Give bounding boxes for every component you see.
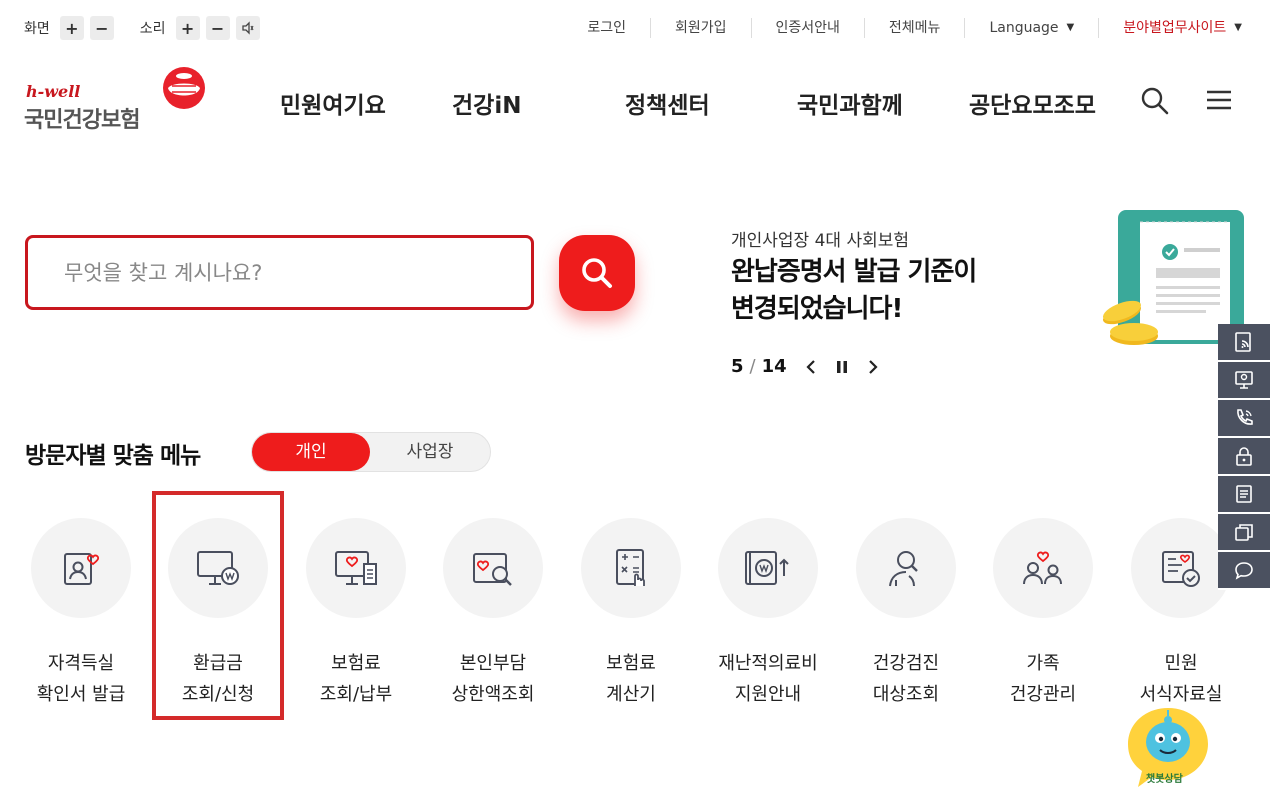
menu-item-label: 건강검진 대상조회 [872, 653, 940, 705]
language-dropdown[interactable]: Language ▼ [964, 18, 1098, 38]
certificate-guide-link[interactable]: 인증서안내 [750, 18, 864, 38]
screen-zoom-out-button[interactable]: − [89, 16, 114, 40]
logo-name: 국민건강보험 [24, 108, 140, 133]
menu-icon-circle [581, 518, 681, 618]
accessibility-controls: 화면 + − 소리 + − [24, 16, 266, 40]
quick-side-bar [1218, 324, 1270, 590]
monitor-receipt-icon [335, 551, 377, 585]
nav-item-about[interactable]: 공단요모조모 [969, 86, 1096, 120]
search-icon[interactable] [1140, 86, 1170, 116]
signup-link[interactable]: 회원가입 [649, 18, 751, 38]
lock-icon [1236, 447, 1252, 466]
menu-item-label: 보험료 계산기 [606, 653, 656, 705]
pause-icon[interactable] [835, 359, 849, 375]
family-heart-icon [1023, 551, 1062, 585]
menu-item-label: 재난적의료비 지원안내 [718, 653, 818, 705]
menu-icon-circle [856, 518, 956, 618]
calculator-hand-icon [616, 549, 645, 586]
all-menu-link[interactable]: 전체메뉴 [863, 18, 965, 38]
sound-label: 소리 [139, 21, 166, 37]
quick-btn-document[interactable] [1218, 476, 1270, 514]
pager-total: 14 [761, 356, 787, 377]
chat-bubble-icon [1235, 562, 1253, 580]
menu-item-label: 본인부담 상한액조회 [451, 653, 535, 705]
quick-btn-phone[interactable] [1218, 400, 1270, 438]
screen-zoom-in-button[interactable]: + [59, 16, 84, 40]
language-label: Language [989, 20, 1059, 36]
site-logo[interactable]: h-well 국민건강보험 [24, 66, 214, 133]
menu-item-label: 민원 서식자료실 [1139, 653, 1223, 705]
visitor-type-toggle: 개인 사업장 [251, 432, 491, 472]
screen-size-label: 화면 [24, 21, 50, 37]
banner-pager: 5 / 14 [731, 356, 879, 377]
menu-icon-circle [993, 518, 1093, 618]
tab-business[interactable]: 사업장 [370, 433, 490, 471]
id-card-heart-icon [64, 553, 100, 585]
image-search-icon [473, 553, 512, 586]
nav-item-health-in[interactable]: 건강iN [452, 86, 521, 120]
search-icon [582, 258, 612, 288]
banner-subtitle: 개인사업장 4대 사회보험 [731, 231, 910, 251]
speaker-icon[interactable] [235, 16, 260, 40]
search-input[interactable] [28, 238, 531, 307]
logo-mark-icon [163, 67, 205, 109]
monitor-person-icon [1235, 371, 1253, 389]
wallet-won-icon [745, 551, 789, 585]
quick-btn-chat[interactable] [1218, 552, 1270, 590]
logo-brand: h-well [26, 82, 81, 101]
phone-call-icon [1237, 409, 1253, 425]
login-link[interactable]: 로그인 [563, 18, 650, 38]
caret-down-icon: ▼ [1066, 22, 1075, 33]
chatbot-label: 챗봇상담 [1146, 774, 1183, 785]
nav-item-policy[interactable]: 정책센터 [625, 86, 710, 120]
pager-current: 5 [731, 356, 744, 377]
chevron-left-icon[interactable] [805, 359, 817, 375]
menu-icon-circle [31, 518, 131, 618]
utility-menu: 로그인 회원가입 인증서안내 전체메뉴 Language ▼ 분야별업무사이트 … [563, 18, 1242, 38]
volume-up-button[interactable]: + [175, 16, 200, 40]
menu-icon-circle [443, 518, 543, 618]
visitor-menu-title: 방문자별 맞춤 메뉴 [25, 443, 201, 469]
quick-btn-document-wifi[interactable] [1218, 324, 1270, 362]
person-search-icon [889, 551, 918, 587]
banner-title[interactable]: 완납증명서 발급 기준이 변경되었습니다! [731, 254, 977, 328]
menu-item-label: 가족 건강관리 [1009, 653, 1077, 705]
menu-icon-circle [718, 518, 818, 618]
chatbot-button[interactable]: 챗봇상담 [1124, 704, 1212, 792]
copy-icon [1235, 524, 1253, 541]
quick-btn-monitor-person[interactable] [1218, 362, 1270, 400]
menu-icon-circle [306, 518, 406, 618]
pager-separator: / [749, 356, 756, 377]
nav-item-civil[interactable]: 민원여기요 [280, 86, 386, 120]
refund-highlight-box [152, 491, 284, 720]
chevron-right-icon[interactable] [867, 359, 879, 375]
banner-title-line2: 변경되었습니다! [731, 294, 903, 324]
document-lines-icon [1236, 485, 1252, 503]
caret-down-icon: ▼ [1234, 22, 1242, 33]
menu-item-label: 자격득실 확인서 발급 [36, 653, 126, 705]
top-utility-bar: 화면 + − 소리 + − 로그인 회원가입 인증서안내 전체메뉴 Langua… [0, 0, 1270, 56]
banner-title-line1: 완납증명서 발급 기준이 [731, 257, 977, 287]
field-sites-dropdown[interactable]: 분야별업무사이트 ▼ [1098, 18, 1242, 38]
document-check-icon [1162, 551, 1200, 587]
menu-item-label: 보험료 조회/납부 [319, 653, 393, 705]
search-box [25, 235, 534, 310]
document-wifi-icon [1235, 332, 1251, 352]
quick-btn-lock[interactable] [1218, 438, 1270, 476]
tab-personal[interactable]: 개인 [252, 433, 370, 471]
menu-icon-circle [1131, 518, 1231, 618]
quick-btn-copy[interactable] [1218, 514, 1270, 552]
field-sites-label: 분야별업무사이트 [1123, 20, 1227, 36]
hamburger-menu-icon[interactable] [1204, 86, 1234, 116]
nav-item-together[interactable]: 국민과함께 [797, 86, 903, 120]
search-submit-button[interactable] [559, 235, 635, 311]
volume-down-button[interactable]: − [205, 16, 230, 40]
